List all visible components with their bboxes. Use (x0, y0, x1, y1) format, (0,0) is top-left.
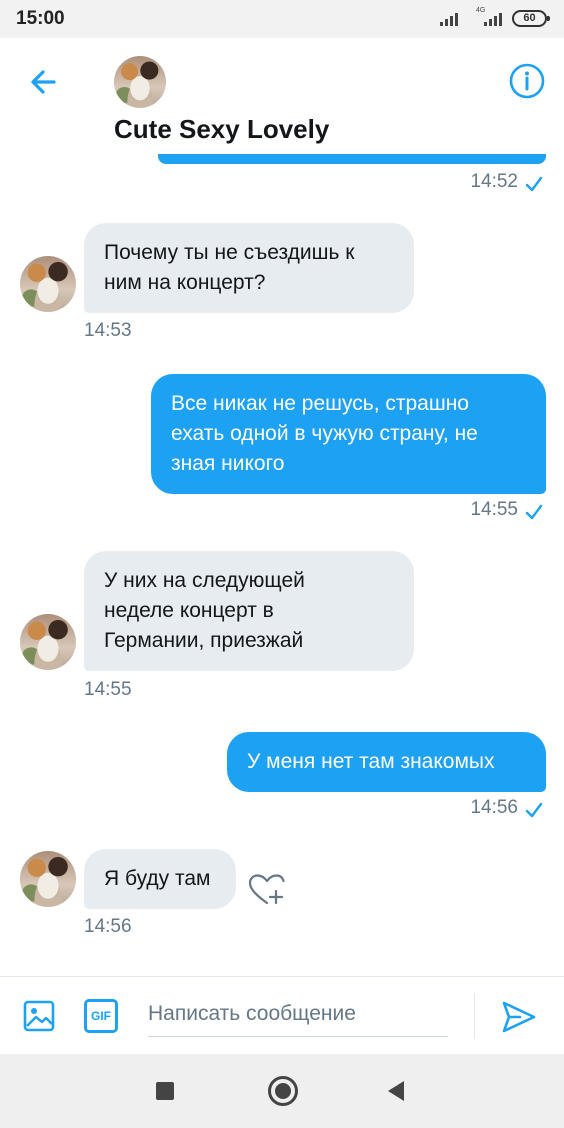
recent-apps-icon[interactable] (156, 1082, 174, 1100)
message-bubble-incoming[interactable]: У них на следующей неделе концерт в Герм… (84, 551, 414, 671)
gif-button[interactable]: GIF (84, 999, 118, 1033)
message-time: 14:55 (470, 499, 518, 520)
message-composer: GIF (0, 976, 564, 1054)
home-icon[interactable] (268, 1076, 298, 1106)
message-time: 14:53 (84, 320, 132, 341)
avatar[interactable] (20, 614, 76, 670)
message-time: 14:52 (470, 171, 518, 192)
conversation-title[interactable]: Cute Sexy Lovely (114, 114, 329, 145)
signal-4g-icon (484, 10, 506, 26)
message-time: 14:56 (84, 916, 132, 937)
message-time: 14:56 (470, 797, 518, 818)
message-bubble-outgoing[interactable]: Все никак не решусь, страшно ехать одной… (151, 374, 546, 494)
system-nav-bar (0, 1054, 564, 1128)
composer-divider (474, 993, 475, 1039)
message-bubble-incoming[interactable]: Почему ты не съездишь к ним на концерт? (84, 223, 414, 313)
message-bubble-incoming[interactable]: Я буду там (84, 849, 236, 909)
conversation-header: Cute Sexy Lovely (0, 38, 564, 160)
battery-icon: 60 (512, 10, 550, 27)
info-circle-icon[interactable] (508, 62, 546, 100)
send-icon[interactable] (500, 999, 538, 1035)
image-icon[interactable] (22, 999, 56, 1033)
avatar[interactable] (20, 851, 76, 907)
heart-plus-icon[interactable] (246, 872, 288, 908)
read-check-icon (525, 176, 543, 192)
avatar[interactable] (20, 256, 76, 312)
read-check-icon (525, 504, 543, 520)
message-time: 14:55 (84, 679, 132, 700)
status-bar: 15:00 4G 60 (0, 0, 564, 38)
status-time: 15:00 (16, 8, 65, 29)
avatar[interactable] (114, 56, 166, 108)
message-input[interactable] (148, 991, 448, 1037)
read-check-icon (525, 802, 543, 818)
arrow-left-icon[interactable] (24, 62, 64, 102)
message-bubble-outgoing[interactable]: У меня нет там знакомых (227, 732, 546, 792)
back-triangle-icon[interactable] (388, 1081, 404, 1101)
signal-icon (440, 10, 462, 26)
message-bubble-outgoing-partial[interactable] (158, 154, 546, 164)
